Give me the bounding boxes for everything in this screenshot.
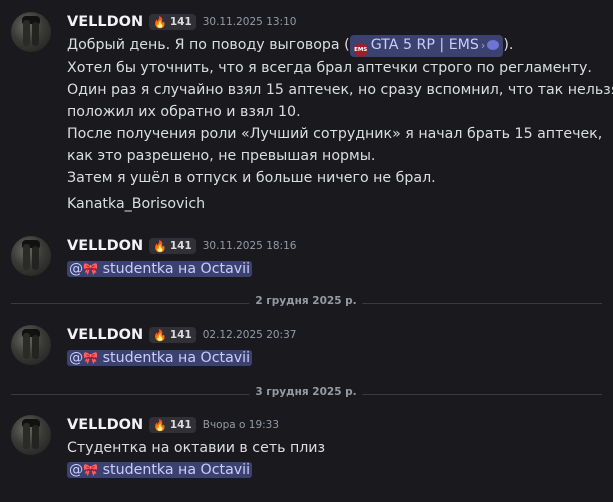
role-mention[interactable]: @🎀 studentka на Octavii xyxy=(67,462,253,478)
thread-bubble-icon xyxy=(487,40,500,50)
date-divider: 3 грудня 2025 р. xyxy=(11,386,602,398)
timestamp[interactable]: 30.11.2025 18:16 xyxy=(203,240,297,252)
channel-link[interactable]: EMS GTA 5 RP | EMS › xyxy=(349,35,504,57)
fire-icon: 🔥 xyxy=(153,15,167,29)
message-1: VELLDON 🔥 141 30.11.2025 13:10 Добрый ден… xyxy=(0,12,613,212)
message-line: Затем я ушёл в отпуск и больше ничего не… xyxy=(67,170,436,186)
bow-icon: 🎀 xyxy=(83,463,99,477)
avatar[interactable] xyxy=(11,325,51,365)
role-mention[interactable]: @🎀 studentka на Octavii xyxy=(67,261,253,277)
username[interactable]: VELLDON xyxy=(67,238,143,254)
message-line: положил их обратно и взял 10. xyxy=(67,104,301,120)
message-line: После получения роли «Лучший сотрудник» … xyxy=(67,126,603,142)
date-divider-label: 3 грудня 2025 р. xyxy=(249,386,363,398)
timestamp[interactable]: 30.11.2025 13:10 xyxy=(203,16,297,28)
timestamp[interactable]: Вчора о 19:33 xyxy=(203,419,279,431)
message-content: @🎀 studentka на Octavii xyxy=(67,347,253,369)
bow-icon: 🎀 xyxy=(83,351,99,365)
date-divider-label: 2 грудня 2025 р. xyxy=(249,295,363,307)
role-mention[interactable]: @🎀 studentka на Octavii xyxy=(67,350,253,366)
server-tag-badge[interactable]: 🔥 141 xyxy=(149,417,196,433)
avatar[interactable] xyxy=(11,236,51,276)
chevron-right-icon: › xyxy=(480,39,486,52)
message-content: Добрый день. Я по поводу выговора (EMS GT… xyxy=(67,34,613,215)
message-line: Один раз я случайно взял 15 аптечек, но … xyxy=(67,82,613,98)
message-header: VELLDON 🔥 141 30.11.2025 18:16 xyxy=(67,236,296,256)
fire-icon: 🔥 xyxy=(153,418,167,432)
server-tag-badge[interactable]: 🔥 141 xyxy=(149,238,196,254)
server-tag-badge[interactable]: 🔥 141 xyxy=(149,327,196,343)
message-2: VELLDON 🔥 141 30.11.2025 18:16 @🎀 student… xyxy=(0,236,613,286)
bow-icon: 🎀 xyxy=(83,262,99,276)
username[interactable]: VELLDON xyxy=(67,327,143,343)
message-header: VELLDON 🔥 141 02.12.2025 20:37 xyxy=(67,325,296,345)
message-line: Студентка на октавии в сеть плиз xyxy=(67,440,326,456)
message-line: Добрый день. Я по поводу выговора (EMS GT… xyxy=(67,34,613,57)
message-line: Хотел бы уточнить, что я всегда брал апт… xyxy=(67,60,592,76)
server-tag-badge[interactable]: 🔥 141 xyxy=(149,14,196,30)
date-divider: 2 грудня 2025 р. xyxy=(11,295,602,307)
message-line: как это разрешено, не превышая нормы. xyxy=(67,148,376,164)
signature: Kanatka_Borisovich xyxy=(67,196,206,212)
message-3: VELLDON 🔥 141 02.12.2025 20:37 @🎀 student… xyxy=(0,325,613,375)
fire-icon: 🔥 xyxy=(153,239,167,253)
message-content: @🎀 studentka на Octavii xyxy=(67,258,253,280)
fire-icon: 🔥 xyxy=(153,328,167,342)
message-header: VELLDON 🔥 141 Вчора о 19:33 xyxy=(67,415,279,435)
username[interactable]: VELLDON xyxy=(67,14,143,30)
username[interactable]: VELLDON xyxy=(67,417,143,433)
message-header: VELLDON 🔥 141 30.11.2025 13:10 xyxy=(67,12,296,32)
ems-server-icon: EMS xyxy=(353,43,368,57)
avatar[interactable] xyxy=(11,415,51,455)
timestamp[interactable]: 02.12.2025 20:37 xyxy=(203,329,297,341)
avatar[interactable] xyxy=(11,12,51,52)
message-4: VELLDON 🔥 141 Вчора о 19:33 Студентка на … xyxy=(0,415,613,485)
message-content: Студентка на октавии в сеть плиз @🎀 stud… xyxy=(67,437,325,481)
